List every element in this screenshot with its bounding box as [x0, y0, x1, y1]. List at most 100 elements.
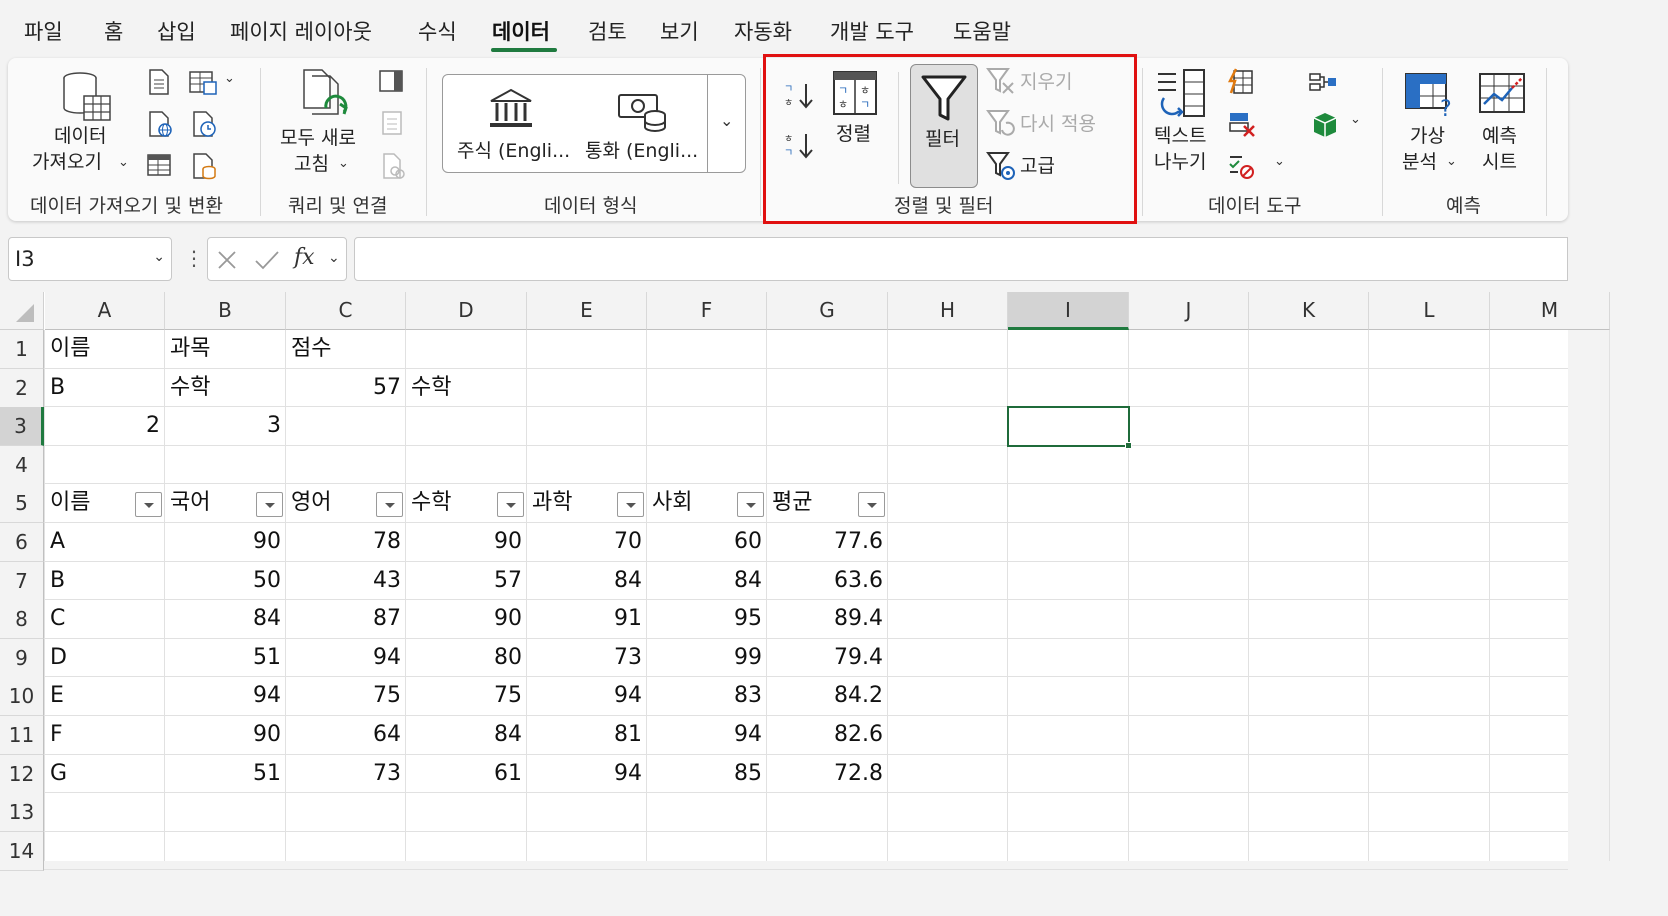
table-cell[interactable]: 75: [286, 677, 406, 715]
existing-connections-icon[interactable]: [188, 68, 218, 96]
tab-file[interactable]: 파일: [24, 16, 63, 46]
formula-input[interactable]: [354, 237, 1568, 281]
properties-icon[interactable]: [380, 110, 404, 136]
table-cell[interactable]: 85: [647, 755, 767, 793]
column-header-b[interactable]: B: [165, 292, 286, 330]
table-cell[interactable]: 64: [286, 716, 406, 754]
row-header-11[interactable]: 11: [0, 716, 44, 755]
filter-dropdown-button[interactable]: [135, 492, 162, 517]
table-cell[interactable]: 60: [647, 523, 767, 561]
table-cell[interactable]: 94: [165, 677, 286, 715]
tab-automate[interactable]: 자동화: [734, 16, 792, 46]
table-cell[interactable]: 81: [527, 716, 647, 754]
select-all-corner[interactable]: [0, 292, 44, 330]
table-cell[interactable]: 80: [406, 639, 527, 677]
column-header-f[interactable]: F: [647, 292, 767, 330]
table-cell[interactable]: 77.6: [767, 523, 888, 561]
table-cell[interactable]: 84: [647, 562, 767, 600]
table-cell[interactable]: 61: [406, 755, 527, 793]
cell-a1[interactable]: 이름: [45, 330, 165, 368]
cell-b2[interactable]: 수학: [165, 369, 286, 407]
filter-dropdown-button[interactable]: [376, 492, 403, 517]
table-cell[interactable]: 94: [647, 716, 767, 754]
table-cell[interactable]: A: [45, 523, 165, 561]
filter-dropdown-button[interactable]: [256, 492, 283, 517]
table-cell[interactable]: 99: [647, 639, 767, 677]
name-box[interactable]: I3 ⌄: [8, 237, 172, 281]
worksheet-grid[interactable]: A B C D E F G H I J K L M 1 2 3 4 5 6 7 8 9 10 11 12 13 14 이름 과목 점수 B 수…: [0, 292, 1610, 871]
tab-insert[interactable]: 삽입: [157, 16, 196, 46]
table-cell[interactable]: D: [45, 639, 165, 677]
table-cell[interactable]: 51: [165, 755, 286, 793]
table-cell[interactable]: 95: [647, 600, 767, 638]
table-cell[interactable]: 78: [286, 523, 406, 561]
data-source-icon[interactable]: [190, 152, 218, 180]
cell-c2[interactable]: 57: [286, 369, 406, 407]
from-web-icon[interactable]: [146, 110, 174, 138]
table-cell[interactable]: 82.6: [767, 716, 888, 754]
cell-b1[interactable]: 과목: [165, 330, 286, 368]
column-header-i[interactable]: I: [1008, 292, 1129, 330]
column-header-a[interactable]: A: [45, 292, 165, 330]
table-cell[interactable]: 83: [647, 677, 767, 715]
cell-c1[interactable]: 점수: [286, 330, 406, 368]
insert-function-icon[interactable]: fx: [294, 246, 315, 270]
table-cell[interactable]: 87: [286, 600, 406, 638]
row-header-9[interactable]: 9: [0, 639, 44, 678]
table-cell[interactable]: 57: [406, 562, 527, 600]
chevron-down-icon[interactable]: ⌄: [224, 71, 235, 86]
column-header-l[interactable]: L: [1369, 292, 1490, 330]
row-header-4[interactable]: 4: [0, 446, 44, 485]
data-types-more-button[interactable]: ⌄: [707, 75, 745, 172]
row-header-2[interactable]: 2: [0, 369, 44, 408]
tab-home[interactable]: 홈: [104, 16, 123, 46]
table-cell[interactable]: 94: [286, 639, 406, 677]
table-cell[interactable]: C: [45, 600, 165, 638]
tab-review[interactable]: 검토: [588, 16, 627, 46]
chevron-down-icon[interactable]: ⌄: [1350, 112, 1361, 127]
table-cell[interactable]: 90: [406, 600, 527, 638]
table-cell[interactable]: 94: [527, 677, 647, 715]
more-options-icon[interactable]: ⋮: [184, 246, 204, 270]
table-cell[interactable]: 63.6: [767, 562, 888, 600]
cell-a2[interactable]: B: [45, 369, 165, 407]
table-cell[interactable]: F: [45, 716, 165, 754]
from-text-icon[interactable]: [146, 68, 172, 96]
cancel-icon[interactable]: [216, 249, 238, 271]
cell-b3[interactable]: 3: [165, 407, 286, 445]
tab-formulas[interactable]: 수식: [418, 16, 457, 46]
table-cell[interactable]: 90: [406, 523, 527, 561]
table-cell[interactable]: 84.2: [767, 677, 888, 715]
table-cell[interactable]: E: [45, 677, 165, 715]
tab-developer[interactable]: 개발 도구: [830, 16, 914, 46]
filter-dropdown-button[interactable]: [858, 492, 885, 517]
cell-d2[interactable]: 수학: [406, 369, 527, 407]
column-header-k[interactable]: K: [1249, 292, 1369, 330]
sort-ascending-icon[interactable]: ㄱ ㅎ: [782, 80, 816, 110]
column-header-g[interactable]: G: [767, 292, 888, 330]
tab-help[interactable]: 도움말: [953, 16, 1011, 46]
row-header-13[interactable]: 13: [0, 793, 44, 832]
edit-links-icon[interactable]: [380, 152, 406, 180]
fill-handle[interactable]: [1125, 442, 1132, 449]
tab-data[interactable]: 데이터: [492, 16, 550, 46]
filter-dropdown-button[interactable]: [617, 492, 644, 517]
row-header-1[interactable]: 1: [0, 330, 44, 369]
table-cell[interactable]: 51: [165, 639, 286, 677]
row-header-3[interactable]: 3: [0, 407, 44, 446]
from-table-icon[interactable]: [146, 152, 172, 178]
flash-fill-icon[interactable]: [1226, 68, 1256, 96]
table-cell[interactable]: 91: [527, 600, 647, 638]
data-model-icon[interactable]: [1310, 110, 1340, 140]
row-header-6[interactable]: 6: [0, 523, 44, 562]
row-header-8[interactable]: 8: [0, 600, 44, 639]
table-cell[interactable]: 89.4: [767, 600, 888, 638]
table-cell[interactable]: 90: [165, 716, 286, 754]
recent-sources-icon[interactable]: [190, 110, 218, 138]
filter-dropdown-button[interactable]: [737, 492, 764, 517]
table-cell[interactable]: 73: [527, 639, 647, 677]
column-header-d[interactable]: D: [406, 292, 527, 330]
tab-page-layout[interactable]: 페이지 레이아웃: [230, 16, 372, 46]
table-cell[interactable]: 70: [527, 523, 647, 561]
consolidate-icon[interactable]: [1308, 70, 1338, 94]
